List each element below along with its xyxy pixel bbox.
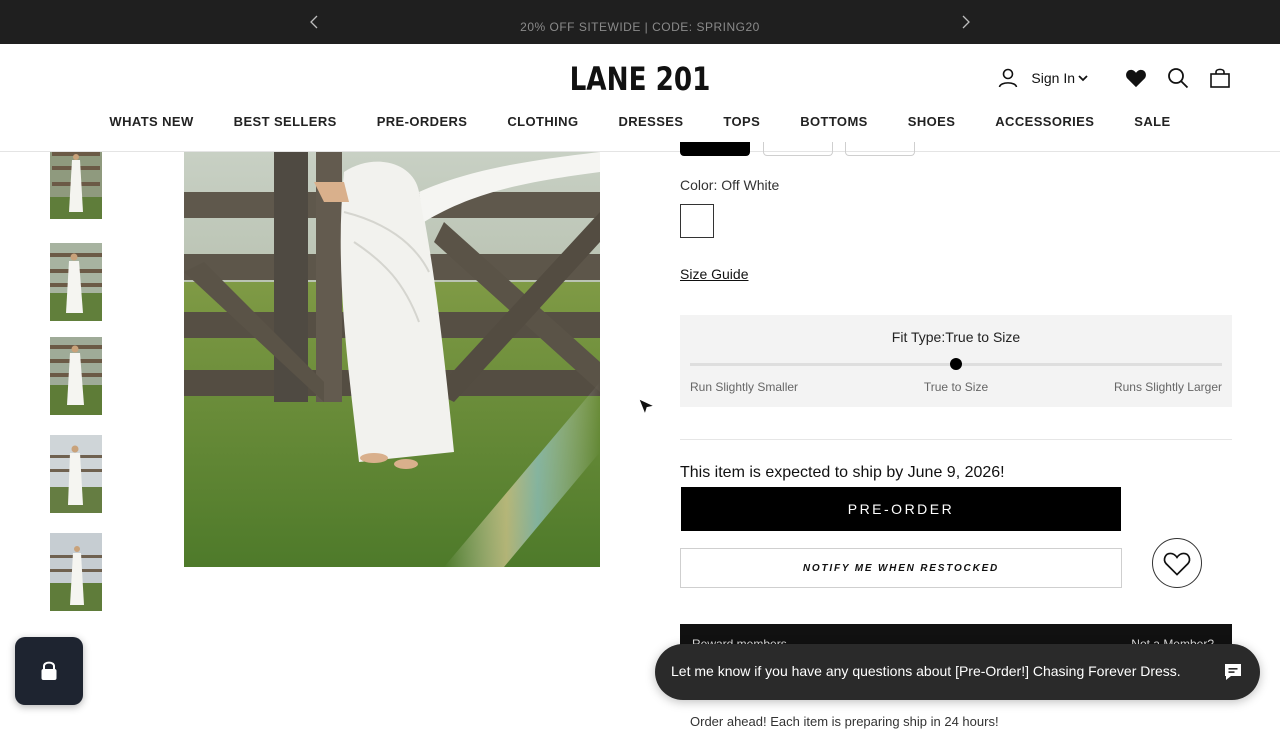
cart-button[interactable] xyxy=(1208,66,1232,90)
rewards-launcher-button[interactable] xyxy=(15,637,83,705)
add-to-wishlist-button[interactable] xyxy=(1152,538,1202,588)
announcement-next-button[interactable] xyxy=(956,12,976,32)
dress-photo xyxy=(184,152,600,567)
heart-outline-icon xyxy=(1163,552,1191,576)
notify-restock-button[interactable]: NOTIFY ME WHEN RESTOCKED xyxy=(680,548,1122,588)
fit-scale-indicator xyxy=(950,358,962,370)
wishlist-button[interactable] xyxy=(1124,66,1148,90)
announcement-text: 20% OFF SITEWIDE | CODE: SPRING20 xyxy=(520,20,760,34)
fit-label-larger: Runs Slightly Larger xyxy=(1113,380,1222,394)
mouse-cursor-icon xyxy=(638,398,656,416)
nav-item-pre-orders[interactable]: PRE-ORDERS xyxy=(377,114,468,129)
nav-item-bottoms[interactable]: BOTTOMS xyxy=(800,114,868,129)
product-thumbnail[interactable] xyxy=(50,337,102,415)
search-icon xyxy=(1168,68,1189,89)
product-thumbnail[interactable] xyxy=(50,243,102,321)
dress-thumbnail-image xyxy=(50,533,102,611)
nav-item-shoes[interactable]: SHOES xyxy=(908,114,956,129)
fit-type-panel: Fit Type:True to Size Run Slightly Small… xyxy=(680,315,1232,407)
nav-item-dresses[interactable]: DRESSES xyxy=(618,114,683,129)
nav-item-sale[interactable]: SALE xyxy=(1134,114,1170,129)
chat-widget[interactable]: Let me know if you have any questions ab… xyxy=(655,644,1260,700)
product-thumbnail[interactable] xyxy=(50,533,102,611)
dress-thumbnail-image xyxy=(50,152,102,219)
header-icons: Sign In xyxy=(997,65,1232,91)
product-thumbnail[interactable] xyxy=(50,152,102,219)
section-divider xyxy=(680,439,1232,440)
chat-icon xyxy=(1222,661,1244,683)
nav-item-tops[interactable]: TOPS xyxy=(723,114,760,129)
user-icon xyxy=(999,68,1018,88)
chevron-down-icon xyxy=(1078,75,1088,82)
heart-icon xyxy=(1126,69,1146,88)
product-thumbnail[interactable] xyxy=(50,435,102,513)
nav-item-accessories[interactable]: ACCESSORIES xyxy=(995,114,1094,129)
main-product-image[interactable] xyxy=(184,152,600,567)
sign-in-label: Sign In xyxy=(1031,70,1075,86)
chat-message: Let me know if you have any questions ab… xyxy=(671,663,1181,679)
fit-type-title: Fit Type:True to Size xyxy=(891,329,1021,345)
pre-order-button[interactable]: PRE-ORDER xyxy=(681,487,1121,531)
ship-date-notice: This item is expected to ship by June 9,… xyxy=(680,464,1005,481)
size-guide-link[interactable]: Size Guide xyxy=(680,266,748,282)
color-swatch-off-white[interactable] xyxy=(680,204,714,238)
color-label: Color: Off White xyxy=(680,177,780,193)
dress-thumbnail-image xyxy=(50,435,102,513)
nav-item-whats-new[interactable]: WHATS NEW xyxy=(109,114,193,129)
size-option[interactable] xyxy=(763,142,833,156)
lock-icon xyxy=(41,661,57,680)
order-info-text: Order ahead! Each item is preparing ship… xyxy=(690,714,999,729)
search-button[interactable] xyxy=(1166,66,1190,90)
size-option[interactable] xyxy=(845,142,915,156)
size-option-selected[interactable] xyxy=(680,142,750,156)
chevron-right-icon xyxy=(962,15,970,29)
nav-item-clothing[interactable]: CLOTHING xyxy=(507,114,578,129)
announcement-bar: 20% OFF SITEWIDE | CODE: SPRING20 xyxy=(0,0,1280,44)
dress-thumbnail-image xyxy=(50,337,102,415)
site-header: LANE 201 Sign In WHATS NEW BEST SELLERS … xyxy=(0,44,1280,152)
sign-in-button[interactable]: Sign In xyxy=(997,67,1088,89)
nav-item-best-sellers[interactable]: BEST SELLERS xyxy=(234,114,337,129)
main-nav: WHATS NEW BEST SELLERS PRE-ORDERS CLOTHI… xyxy=(0,114,1280,129)
site-logo[interactable]: LANE 201 xyxy=(558,60,722,98)
shopping-bag-icon xyxy=(1210,68,1230,88)
dress-thumbnail-image xyxy=(50,243,102,321)
